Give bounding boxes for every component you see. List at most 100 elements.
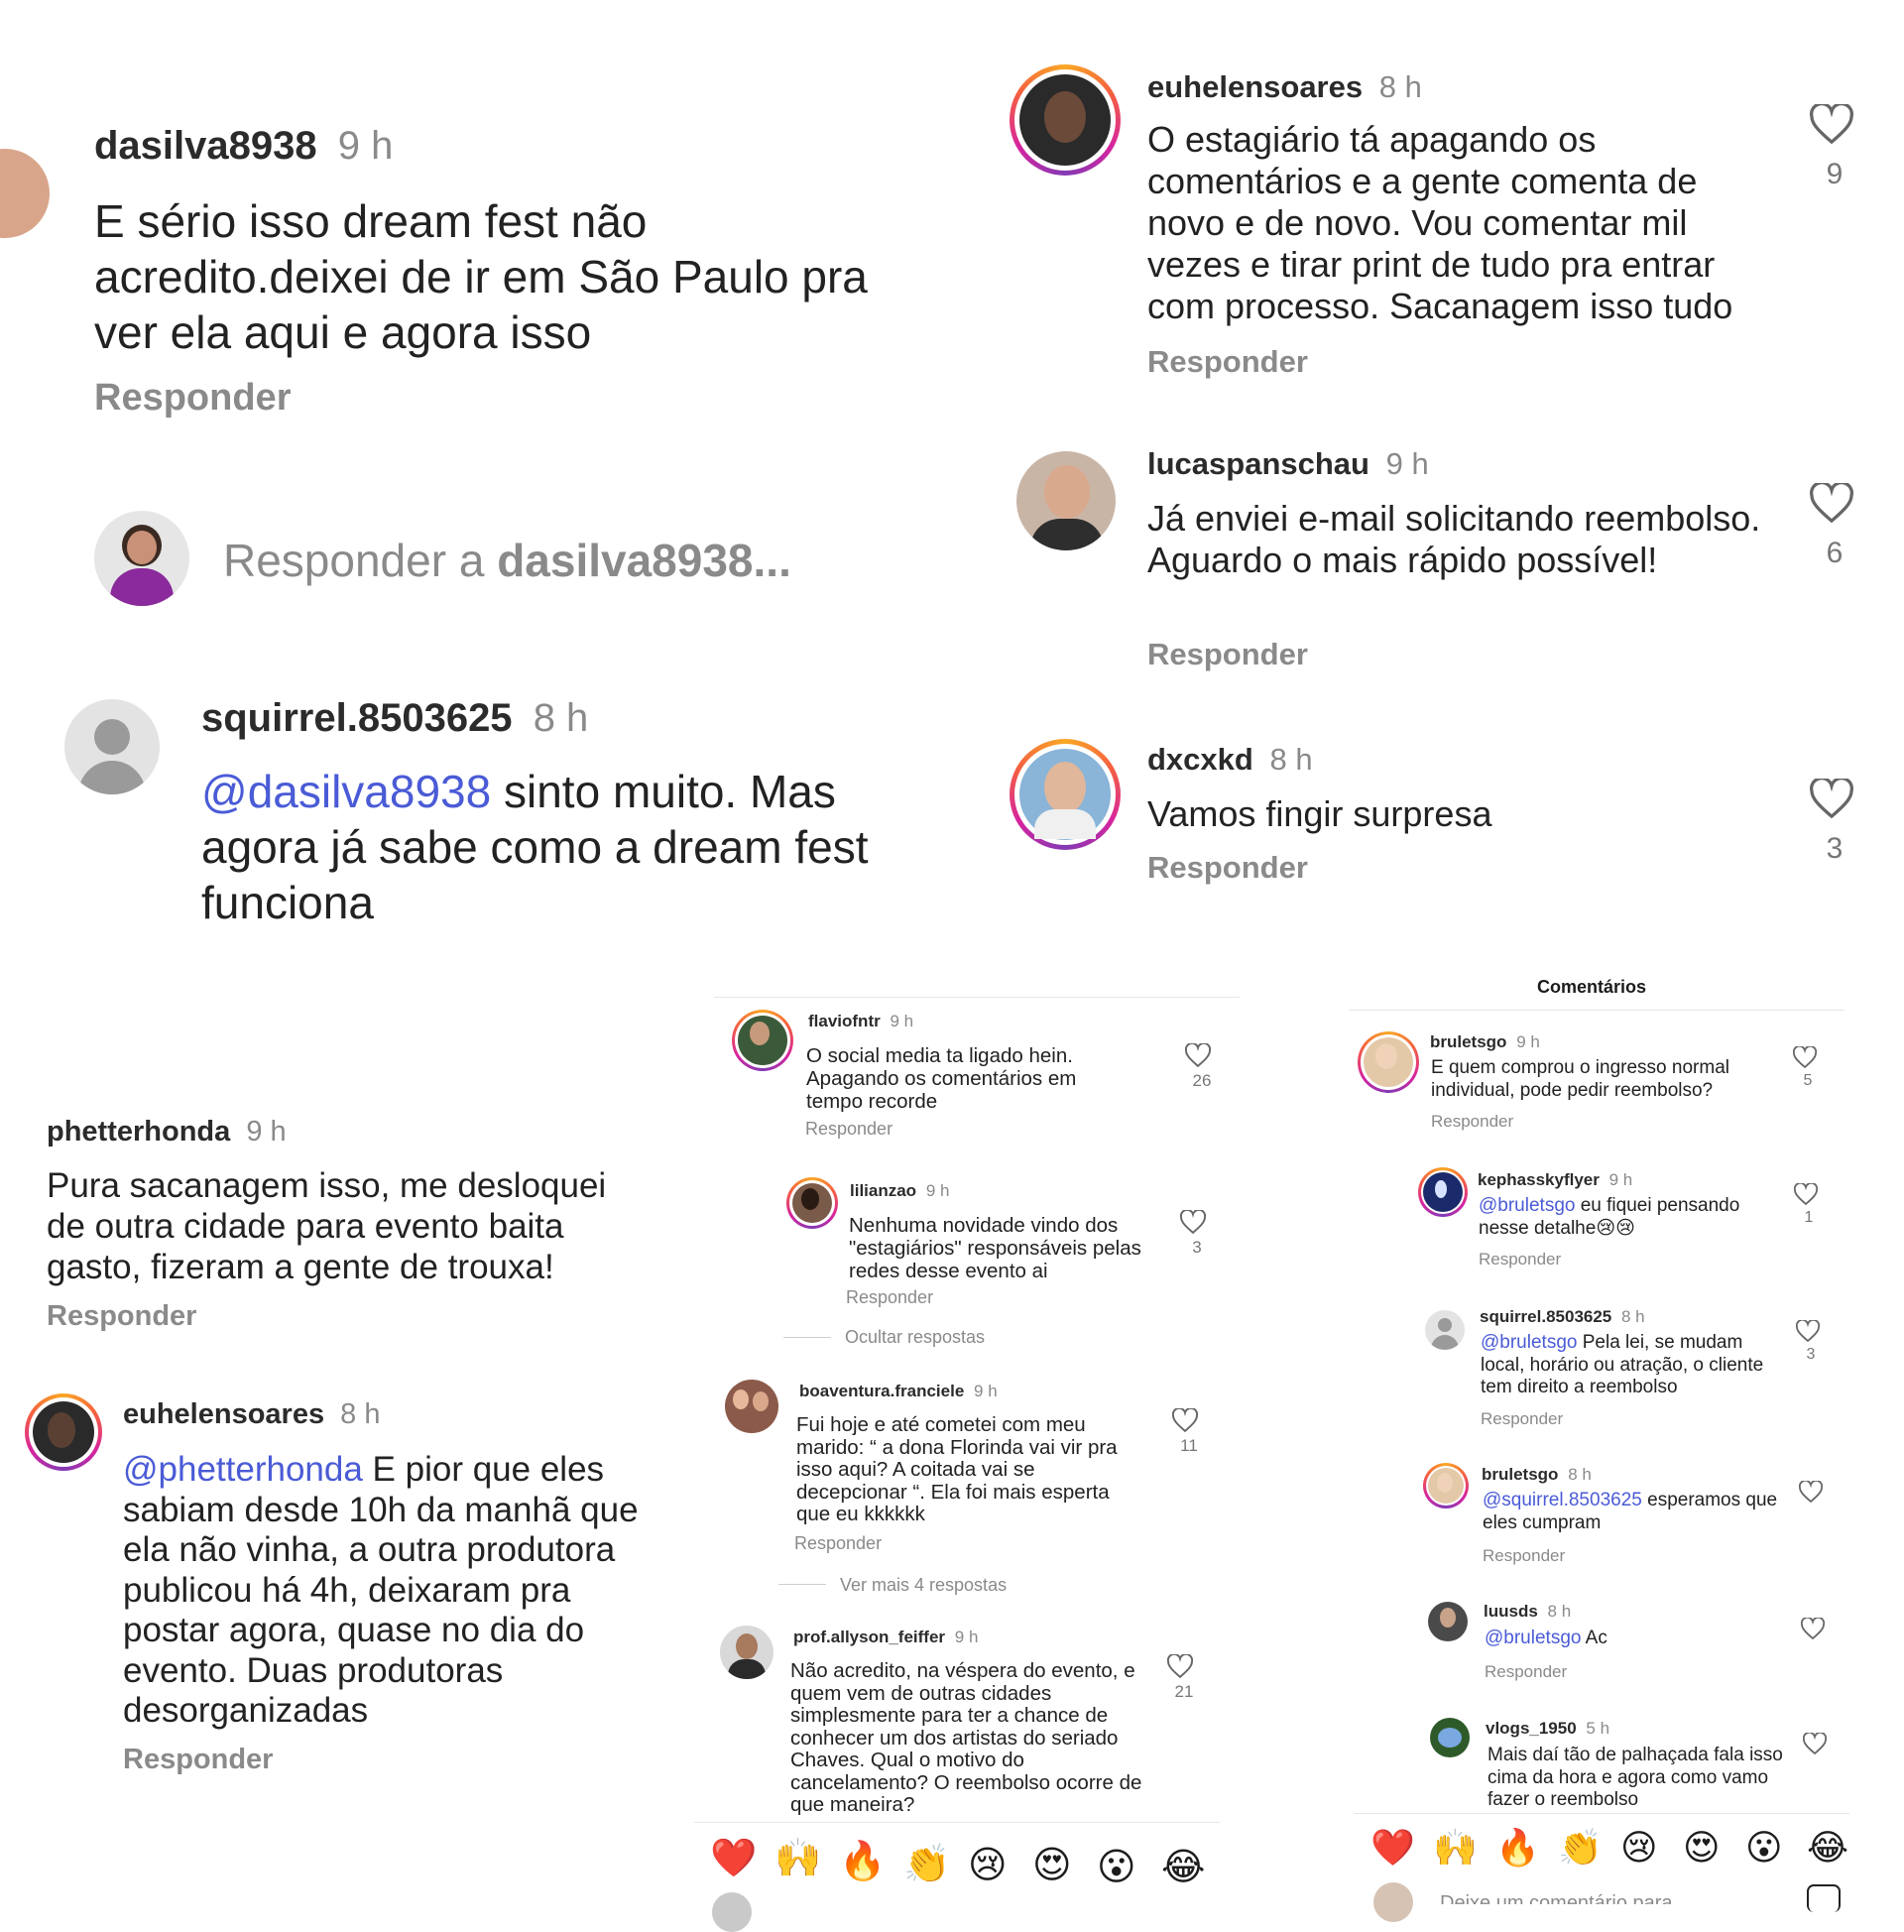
username[interactable]: euhelensoares [1147,69,1363,104]
avatar[interactable] [720,1626,774,1679]
gif-sticker-icon[interactable] [1807,1884,1841,1912]
avatar[interactable] [732,1010,793,1071]
reply-input[interactable]: Responder a dasilva8938... [223,534,791,587]
emoji-fire[interactable]: 🔥 [1495,1827,1540,1869]
username[interactable]: kephasskyflyer [1478,1170,1600,1189]
comment-author[interactable]: lucaspanschau 9 h [1147,446,1429,482]
username[interactable]: prof.allyson_feiffer [793,1628,945,1646]
hide-replies-button[interactable]: Ocultar respostas [845,1327,985,1348]
avatar[interactable] [1430,1718,1470,1757]
default-avatar-icon[interactable] [64,699,160,794]
avatar[interactable] [725,1380,778,1433]
emoji-surprised[interactable]: 😮 [1745,1827,1783,1869]
avatar[interactable] [1428,1602,1468,1641]
view-more-replies-button[interactable]: Ver mais 4 respostas [840,1575,1007,1596]
emoji-joy[interactable]: 😂 [1161,1845,1205,1889]
emoji-cry[interactable]: 😢 [968,1843,1008,1887]
username[interactable]: dasilva8938 [94,124,317,168]
comment-author[interactable]: euhelensoares 8 h [1147,69,1422,105]
like-button[interactable] [1799,1481,1829,1503]
username[interactable]: euhelensoares [123,1398,324,1430]
heart-icon[interactable] [1801,1618,1825,1639]
heart-icon[interactable] [1799,1481,1823,1503]
avatar[interactable] [1423,1463,1469,1509]
comment-author[interactable]: bruletsgo 9 h [1430,1032,1540,1052]
heart-icon[interactable] [1810,483,1853,523]
like-button[interactable]: 6 [1810,483,1859,570]
comment-author[interactable]: squirrel.8503625 8 h [1480,1307,1645,1327]
comment-author[interactable]: luusds 8 h [1484,1602,1571,1622]
heart-icon[interactable] [1167,1654,1193,1678]
like-button[interactable] [1801,1618,1831,1639]
like-button[interactable]: 21 [1167,1654,1201,1702]
emoji-clap[interactable]: 👏 [903,1843,950,1886]
like-button[interactable]: 26 [1185,1043,1219,1091]
username[interactable]: boaventura.franciele [799,1382,964,1400]
username[interactable]: flaviofntr [808,1012,881,1030]
avatar[interactable] [1010,64,1121,176]
comment-author[interactable]: flaviofntr 9 h [808,1012,913,1031]
avatar[interactable] [786,1177,838,1229]
emoji-raised-hands[interactable]: 🙌 [774,1837,821,1880]
mention-link[interactable]: @bruletsgo [1485,1628,1581,1648]
comment-author[interactable]: bruletsgo 8 h [1482,1465,1592,1485]
reply-button[interactable]: Responder [1431,1112,1513,1132]
heart-icon[interactable] [1810,779,1853,818]
default-avatar-icon[interactable] [1425,1310,1465,1350]
username[interactable]: bruletsgo [1482,1465,1558,1484]
reply-button[interactable]: Responder [1481,1409,1563,1429]
heart-icon[interactable] [1803,1733,1827,1754]
heart-icon[interactable] [1794,1183,1818,1205]
like-button[interactable]: 3 [1796,1320,1826,1364]
heart-icon[interactable] [1793,1046,1817,1068]
like-button[interactable]: 3 [1180,1210,1214,1258]
mention-link[interactable]: @dasilva8938 [201,766,491,817]
emoji-heart[interactable]: ❤️ [710,1837,757,1880]
comment-author[interactable]: lilianzao 9 h [850,1181,949,1201]
heart-icon[interactable] [1180,1210,1206,1234]
emoji-fire[interactable]: 🔥 [839,1840,886,1883]
username[interactable]: vlogs_1950 [1486,1719,1577,1738]
like-button[interactable]: 1 [1794,1183,1824,1227]
reply-button[interactable]: Responder [1483,1546,1565,1566]
mention-link[interactable]: @squirrel.8503625 [1483,1490,1642,1510]
avatar[interactable] [1418,1167,1468,1217]
heart-icon[interactable] [1810,104,1853,144]
username[interactable]: lilianzao [850,1181,916,1200]
emoji-joy[interactable]: 😂 [1807,1827,1848,1869]
like-button[interactable]: 3 [1810,779,1859,866]
comment-author[interactable]: kephasskyflyer 9 h [1478,1170,1632,1190]
like-button[interactable]: 11 [1172,1408,1206,1456]
heart-icon[interactable] [1185,1043,1211,1067]
comment-author[interactable]: phetterhonda 9 h [47,1116,287,1148]
emoji-clap[interactable]: 👏 [1558,1827,1603,1869]
emoji-heart-eyes[interactable]: 😍 [1032,1843,1072,1887]
avatar[interactable] [1010,739,1121,850]
reply-button[interactable]: Responder [1147,344,1308,380]
comment-author[interactable]: dasilva8938 9 h [94,124,393,169]
like-button[interactable]: 9 [1810,104,1859,191]
avatar[interactable] [1358,1031,1419,1093]
comment-input[interactable]: Deixe um comentário para dreamfestc... [1440,1890,1767,1904]
reply-button[interactable]: Responder [1147,850,1308,886]
mention-link[interactable]: @bruletsgo [1479,1195,1575,1216]
reply-button[interactable]: Responder [1485,1662,1567,1682]
like-button[interactable]: 5 [1793,1046,1823,1090]
reply-button[interactable]: Responder [94,377,291,420]
like-button[interactable] [1803,1733,1833,1754]
reply-button[interactable]: Responder [794,1533,882,1554]
heart-icon[interactable] [1796,1320,1820,1342]
emoji-surprised[interactable]: 😮 [1097,1845,1136,1889]
reply-button[interactable]: Responder [1479,1250,1561,1269]
reply-button[interactable]: Responder [47,1300,196,1333]
username[interactable]: lucaspanschau [1147,446,1369,481]
emoji-heart[interactable]: ❤️ [1370,1827,1415,1869]
comment-author[interactable]: vlogs_1950 5 h [1486,1719,1609,1739]
username[interactable]: bruletsgo [1430,1032,1506,1051]
heart-icon[interactable] [1172,1408,1198,1432]
comment-author[interactable]: dxcxkd 8 h [1147,742,1313,778]
avatar[interactable] [25,1393,102,1471]
reply-button[interactable]: Responder [846,1287,933,1308]
comment-author[interactable]: euhelensoares 8 h [123,1398,381,1431]
emoji-heart-eyes[interactable]: 😍 [1683,1827,1721,1869]
